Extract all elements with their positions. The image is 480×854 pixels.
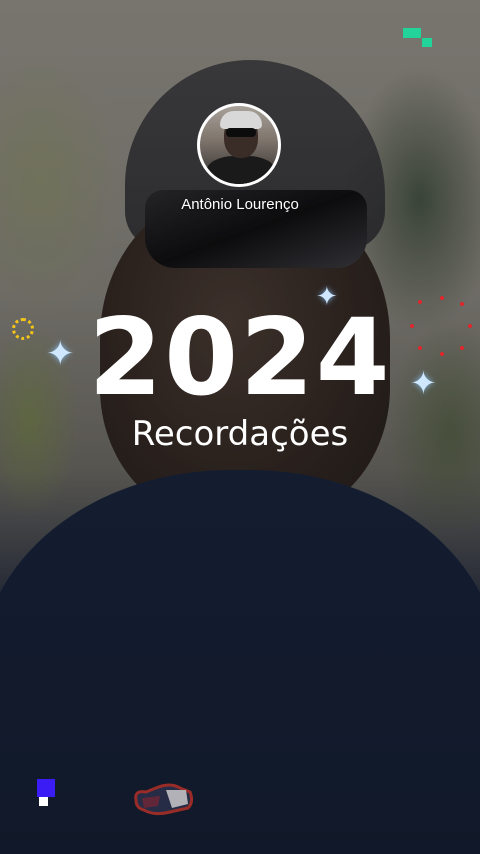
story-year: 2024 <box>88 296 392 419</box>
decor-blue-square <box>37 779 55 797</box>
avatar-body <box>206 156 276 184</box>
avatar-cap <box>220 111 262 129</box>
avatar-glasses <box>226 128 256 137</box>
profile-name[interactable]: Antônio Lourenço <box>0 196 480 213</box>
story-screen[interactable]: Antônio Lourenço ✦ ✦ ✦ 2024 Recordações <box>0 0 480 854</box>
decor-white-square <box>39 797 48 806</box>
profile-avatar[interactable] <box>197 103 281 187</box>
decor-green-square <box>403 28 421 38</box>
decor-green-square-small <box>422 38 432 47</box>
story-subtitle: Recordações <box>131 414 349 454</box>
